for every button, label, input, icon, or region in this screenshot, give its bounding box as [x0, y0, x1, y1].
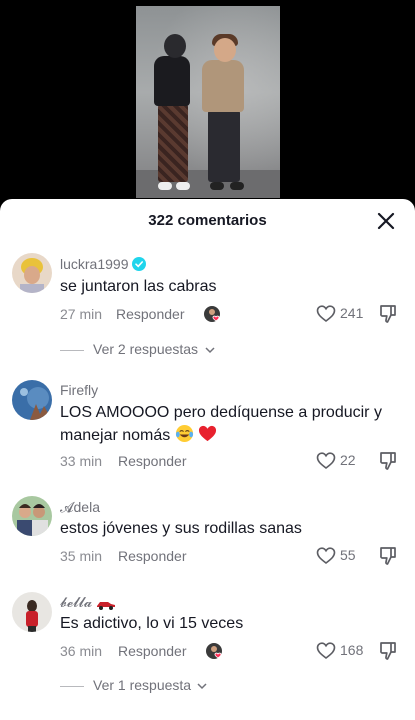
- comment-time: 33 min: [60, 453, 103, 469]
- creator-liked-icon: [204, 306, 220, 322]
- comment-text: LOS AMOOOO pero dedíquense a producir y …: [60, 404, 382, 444]
- comment-text: Es adictivo, lo vi 15 veces: [60, 615, 244, 632]
- heart-outline-icon[interactable]: [316, 304, 336, 324]
- avatar[interactable]: [12, 592, 52, 632]
- username[interactable]: 𝓫𝓮𝓵𝓵𝓪: [60, 594, 116, 611]
- dislike-icon[interactable]: [378, 303, 400, 325]
- video-frame[interactable]: [136, 6, 280, 198]
- reply-button[interactable]: Responder: [116, 306, 185, 322]
- tears-of-joy-emoji: [175, 424, 193, 443]
- comment-count-title: 322 comentarios: [148, 212, 267, 229]
- dislike-icon[interactable]: [378, 640, 400, 662]
- username[interactable]: 𝓐dela: [60, 499, 100, 516]
- comments-sheet: 322 comentarios luckra1999 se juntaron l…: [0, 199, 415, 720]
- heart-outline-icon[interactable]: [316, 451, 336, 471]
- avatar[interactable]: [12, 380, 52, 420]
- verified-badge-icon: [131, 257, 146, 271]
- sheet-header: 322 comentarios: [0, 199, 415, 241]
- view-replies-label: Ver 1 respuesta: [93, 677, 192, 693]
- close-icon[interactable]: [375, 210, 397, 232]
- creator-liked-icon: [206, 643, 222, 659]
- avatar[interactable]: [12, 253, 52, 293]
- comment-time: 36 min: [60, 643, 103, 659]
- reply-button[interactable]: Responder: [118, 643, 187, 659]
- username[interactable]: Firefly: [60, 382, 98, 398]
- view-replies-label: Ver 2 respuestas: [93, 341, 199, 357]
- chevron-down-icon: [205, 347, 215, 354]
- video-area: [0, 0, 415, 215]
- comment-time: 27 min: [60, 306, 103, 322]
- reply-button[interactable]: Responder: [118, 453, 187, 469]
- heart-outline-icon[interactable]: [316, 641, 336, 661]
- dislike-icon[interactable]: [378, 545, 400, 567]
- avatar[interactable]: [12, 496, 52, 536]
- red-heart-emoji: [199, 425, 217, 442]
- comment-text: se juntaron las cabras: [60, 278, 217, 295]
- chevron-down-icon: [197, 683, 207, 690]
- like-count: 55: [340, 547, 356, 563]
- comment-time: 35 min: [60, 548, 103, 564]
- like-count: 168: [340, 642, 364, 658]
- like-count: 241: [340, 305, 364, 321]
- comment-text: estos jóvenes y sus rodillas sanas: [60, 520, 302, 537]
- reply-button[interactable]: Responder: [118, 548, 187, 564]
- like-count: 22: [340, 452, 356, 468]
- race-car-icon: [97, 602, 116, 610]
- heart-outline-icon[interactable]: [316, 546, 336, 566]
- dislike-icon[interactable]: [378, 450, 400, 472]
- username[interactable]: luckra1999: [60, 256, 146, 272]
